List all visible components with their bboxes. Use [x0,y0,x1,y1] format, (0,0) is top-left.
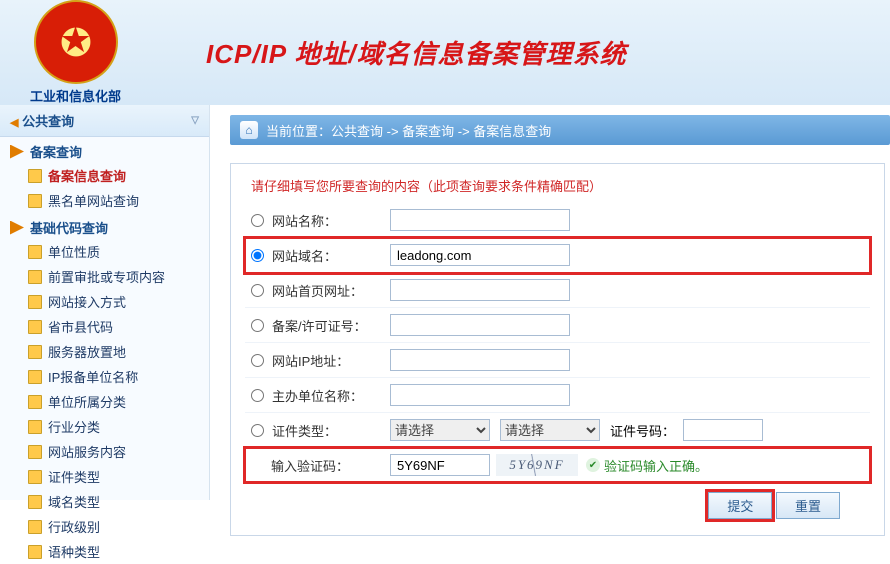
sidebar-item[interactable]: 单位性质 [0,239,209,264]
app-header: 工业和信息化部 ICP/IP 地址/域名信息备案管理系统 [0,0,890,105]
input-sponsor[interactable] [390,384,570,406]
breadcrumb: ⌂ 当前位置：公共查询 -> 备案查询 -> 备案信息查询 [230,115,890,145]
org-name: 工业和信息化部 [30,86,121,105]
sidebar-top-label: 公共查询 [22,114,74,129]
sidebar-item[interactable]: 黑名单网站查询 [0,188,209,213]
row-captcha: 输入验证码： 5Y69NF 验证码输入正确。 [245,448,870,482]
sidebar-item[interactable]: IP报备单位名称 [0,364,209,389]
query-form: 请仔细填写您所要查询的内容（此项查询要求条件精确匹配） 网站名称： 网站域名： … [230,163,885,536]
input-domain[interactable] [390,244,570,266]
select-cert-1[interactable]: 请选择 [390,419,490,441]
sidebar-item[interactable]: 单位所属分类 [0,389,209,414]
radio-ip[interactable] [251,354,264,367]
sidebar-item[interactable]: 行业分类 [0,414,209,439]
row-record-no: 备案/许可证号： [245,308,870,343]
input-captcha[interactable] [390,454,490,476]
submit-button[interactable]: 提交 [708,492,772,519]
radio-cert[interactable] [251,424,264,437]
sidebar-item[interactable]: 备案信息查询 [0,163,209,188]
sidebar-item[interactable]: 网站接入方式 [0,289,209,314]
input-homepage[interactable] [390,279,570,301]
input-site-name[interactable] [390,209,570,231]
sidebar-item[interactable]: 服务器放置地 [0,339,209,364]
national-emblem-icon [34,0,118,84]
radio-homepage[interactable] [251,284,264,297]
row-homepage: 网站首页网址： [245,273,870,308]
cert-id-label: 证件号码： [610,421,675,440]
input-record-no[interactable] [390,314,570,336]
sidebar-item[interactable]: 前置审批或专项内容 [0,264,209,289]
sidebar-item[interactable]: 证件类型 [0,464,209,489]
input-cert-id[interactable] [683,419,763,441]
reset-button[interactable]: 重置 [776,492,840,519]
sidebar-item[interactable]: 行政级别 [0,514,209,539]
row-sponsor: 主办单位名称： [245,378,870,413]
sidebar-header[interactable]: ◀ 公共查询 ▽ [0,105,209,137]
form-hint: 请仔细填写您所要查询的内容（此项查询要求条件精确匹配） [251,176,870,195]
input-ip[interactable] [390,349,570,371]
home-icon[interactable]: ⌂ [240,121,258,139]
row-site-name: 网站名称： [245,203,870,238]
radio-domain[interactable] [251,249,264,262]
radio-record-no[interactable] [251,319,264,332]
captcha-ok-message: 验证码输入正确。 [586,456,708,475]
sidebar-group[interactable]: 备案查询 [0,137,209,163]
page-title: ICP/IP 地址/域名信息备案管理系统 [206,34,627,71]
row-ip: 网站IP地址： [245,343,870,378]
radio-site-name[interactable] [251,214,264,227]
radio-sponsor[interactable] [251,389,264,402]
select-cert-2[interactable]: 请选择 [500,419,600,441]
sidebar-item[interactable]: 省市县代码 [0,314,209,339]
row-domain: 网站域名： * 网站域名必须输入 [245,238,870,273]
sidebar-item[interactable]: 网站服务内容 [0,439,209,464]
captcha-image[interactable]: 5Y69NF [496,454,578,476]
chevron-down-icon: ▽ [191,115,199,126]
breadcrumb-text: 当前位置：公共查询 -> 备案查询 -> 备案信息查询 [266,121,551,140]
sidebar-group[interactable]: 基础代码查询 [0,213,209,239]
sidebar: ◀ 公共查询 ▽ 备案查询备案信息查询黑名单网站查询基础代码查询单位性质前置审批… [0,105,210,500]
row-cert: 证件类型： 请选择 请选择 证件号码： [245,413,870,448]
sidebar-item[interactable]: 语种类型 [0,539,209,564]
sidebar-item[interactable]: 域名类型 [0,489,209,514]
